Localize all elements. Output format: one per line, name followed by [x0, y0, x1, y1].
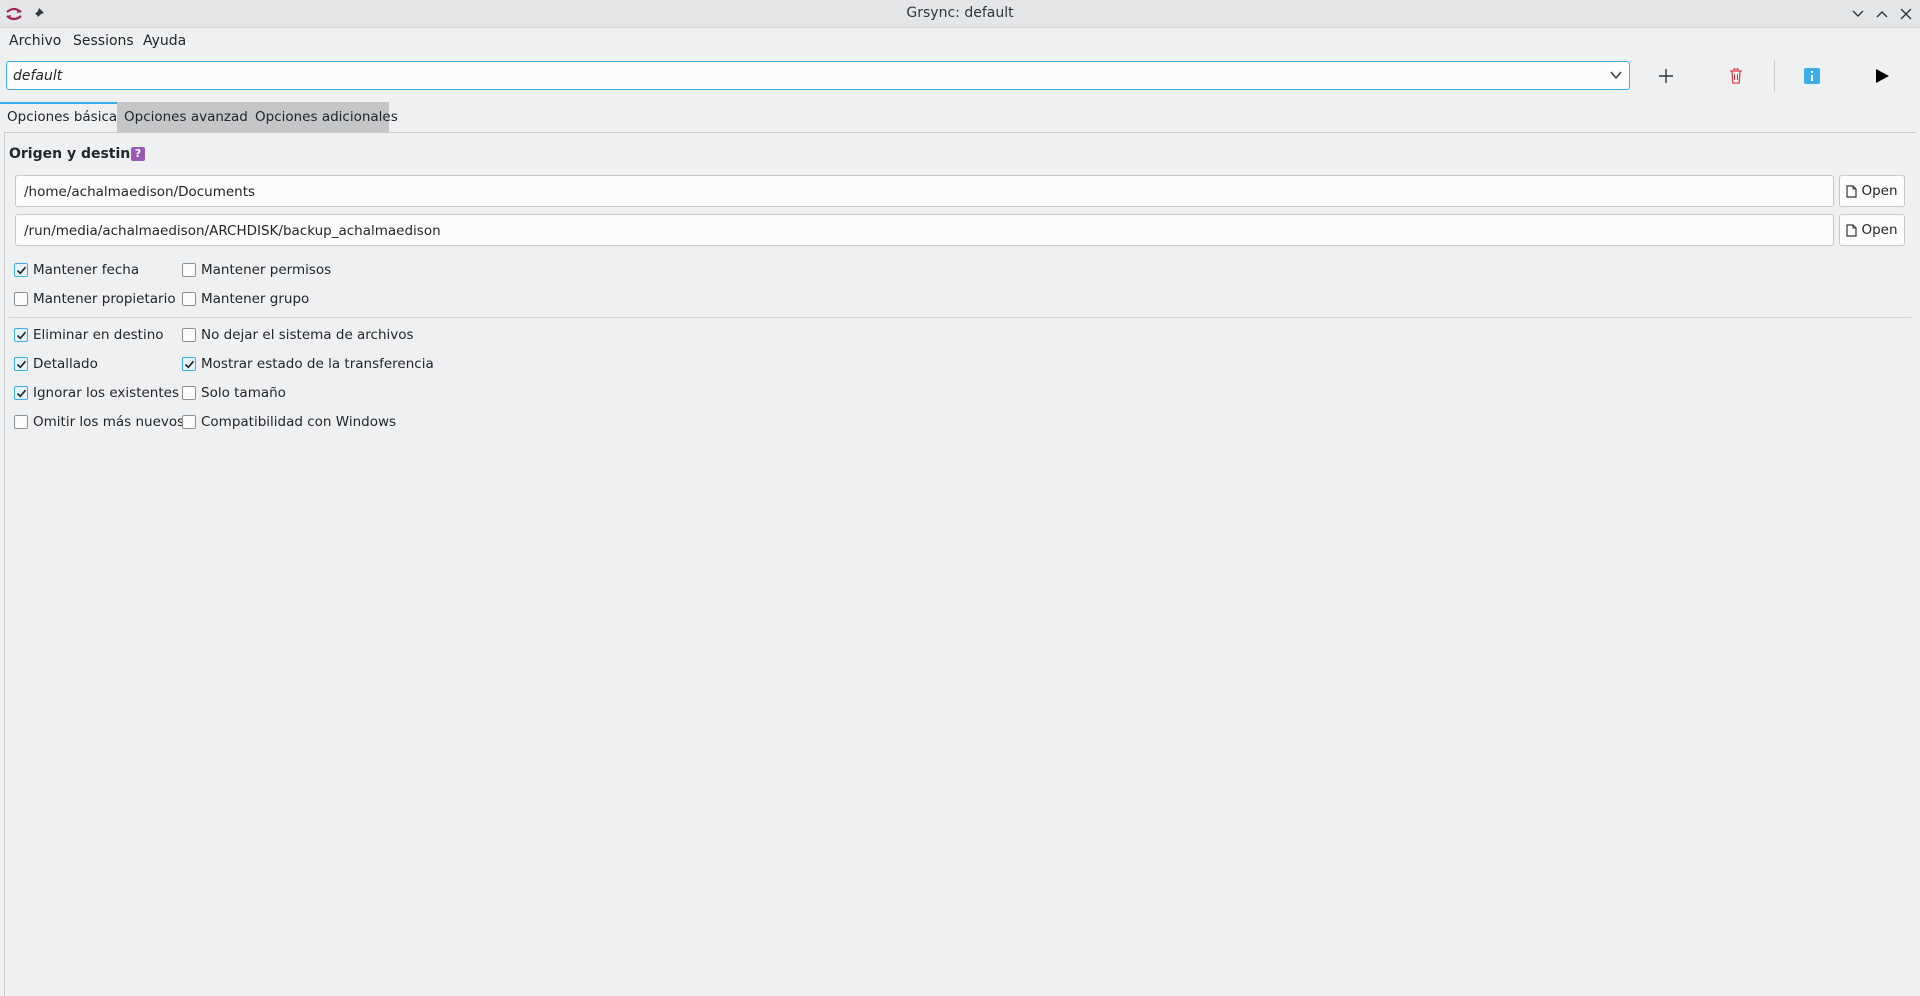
- checkbox-label: Compatibilidad con Windows: [201, 414, 397, 430]
- document-icon: [1846, 223, 1858, 237]
- checkbox-label: Mostrar estado de la transferencia: [201, 356, 434, 372]
- close-icon[interactable]: [1896, 4, 1916, 24]
- checkbox-omitir-nuevos[interactable]: Omitir los más nuevos: [14, 412, 184, 432]
- info-button[interactable]: [1796, 64, 1828, 88]
- checkbox-box[interactable]: [182, 415, 196, 429]
- checkbox-box[interactable]: [14, 386, 28, 400]
- checkbox-label: Mantener permisos: [201, 262, 332, 278]
- checkbox-no-dejar-sistema[interactable]: No dejar el sistema de archivos: [182, 325, 414, 345]
- checkbox-box[interactable]: [182, 263, 196, 277]
- checkbox-box[interactable]: [14, 328, 28, 342]
- checkmark-icon: [16, 389, 26, 397]
- menu-ayuda[interactable]: Ayuda: [143, 33, 186, 49]
- checkbox-label: Omitir los más nuevos: [33, 414, 185, 430]
- checkbox-box[interactable]: [14, 357, 28, 371]
- checkmark-icon: [184, 360, 194, 368]
- menu-archivo[interactable]: Archivo: [9, 33, 61, 49]
- chevron-down-icon[interactable]: [1609, 68, 1623, 86]
- dest-path-input[interactable]: /run/media/achalmaedison/ARCHDISK/backup…: [15, 214, 1834, 246]
- checkbox-box[interactable]: [182, 328, 196, 342]
- toolbar-separator: [1774, 60, 1775, 92]
- checkbox-box[interactable]: [14, 263, 28, 277]
- checkmark-icon: [16, 266, 26, 274]
- checkbox-mantener-permisos[interactable]: Mantener permisos: [182, 260, 331, 280]
- info-icon: [1804, 68, 1820, 84]
- checkbox-label: Eliminar en destino: [33, 327, 164, 343]
- dest-open-button[interactable]: Open: [1839, 214, 1905, 246]
- checkbox-label: Ignorar los existentes: [33, 385, 179, 401]
- document-icon: [1846, 184, 1858, 198]
- checkbox-box[interactable]: [182, 292, 196, 306]
- checkbox-solo-tamano[interactable]: Solo tamaño: [182, 383, 286, 403]
- checkbox-mostrar-estado[interactable]: Mostrar estado de la transferencia: [182, 354, 434, 374]
- checkbox-label: Detallado: [33, 356, 98, 372]
- checkmark-icon: [16, 331, 26, 339]
- menu-sessions[interactable]: Sessions: [73, 33, 134, 49]
- session-value: default: [13, 68, 63, 84]
- source-path-value: /home/achalmaedison/Documents: [24, 184, 256, 200]
- checkbox-label: Mantener grupo: [201, 291, 310, 307]
- checkbox-mantener-grupo[interactable]: Mantener grupo: [182, 289, 309, 309]
- session-combobox[interactable]: default: [6, 61, 1630, 90]
- checkbox-box[interactable]: [182, 357, 196, 371]
- tab-opciones-adicionales[interactable]: Opciones adicionales: [248, 102, 398, 132]
- checkbox-box[interactable]: [182, 386, 196, 400]
- menu-bar: Archivo Sessions Ayuda: [0, 28, 1920, 54]
- source-open-label: Open: [1861, 183, 1898, 199]
- checkmark-icon: [16, 360, 26, 368]
- checkbox-box[interactable]: [14, 415, 28, 429]
- plus-icon: [1659, 69, 1673, 83]
- minimize-icon[interactable]: [1848, 4, 1868, 24]
- checkbox-label: Mantener propietario: [33, 291, 176, 307]
- help-icon[interactable]: ?: [131, 147, 145, 161]
- checkbox-box[interactable]: [14, 292, 28, 306]
- play-icon: [1876, 69, 1889, 83]
- source-path-input[interactable]: /home/achalmaedison/Documents: [15, 175, 1834, 207]
- maximize-icon[interactable]: [1872, 4, 1892, 24]
- divider: [9, 317, 1911, 318]
- section-label: Origen y destino:: [9, 146, 146, 162]
- checkbox-mantener-fecha[interactable]: Mantener fecha: [14, 260, 139, 280]
- tab-opciones-avanzadas[interactable]: Opciones avanzadas: [117, 102, 263, 132]
- title-bar: Grsync: default: [0, 0, 1920, 28]
- window-title: Grsync: default: [906, 5, 1014, 21]
- checkbox-detallado[interactable]: Detallado: [14, 354, 98, 374]
- checkbox-ignorar-existentes[interactable]: Ignorar los existentes: [14, 383, 179, 403]
- checkbox-eliminar-en-destino[interactable]: Eliminar en destino: [14, 325, 164, 345]
- checkbox-compatibilidad-windows[interactable]: Compatibilidad con Windows: [182, 412, 396, 432]
- source-open-button[interactable]: Open: [1839, 175, 1905, 207]
- checkbox-label: Mantener fecha: [33, 262, 140, 278]
- checkbox-label: Solo tamaño: [201, 385, 286, 401]
- trash-icon: [1730, 68, 1742, 84]
- run-button[interactable]: [1866, 64, 1898, 88]
- dest-path-value: /run/media/achalmaedison/ARCHDISK/backup…: [24, 223, 441, 239]
- checkbox-label: No dejar el sistema de archivos: [201, 327, 414, 343]
- add-session-button[interactable]: [1650, 64, 1682, 88]
- checkbox-mantener-propietario[interactable]: Mantener propietario: [14, 289, 176, 309]
- dest-open-label: Open: [1861, 222, 1898, 238]
- tab-opciones-basicas[interactable]: Opciones básicas: [0, 102, 124, 132]
- delete-session-button[interactable]: [1720, 64, 1752, 88]
